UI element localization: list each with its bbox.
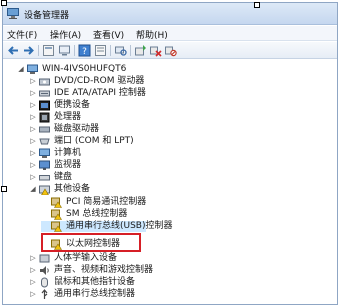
device-manager-window: 设备管理器 文件(F) 操作(A) 查看(V) 帮助(H) ? ◢ WIN-4I… bbox=[2, 2, 338, 305]
toolbar-separator bbox=[110, 45, 111, 56]
tree-item-label: 人体学输入设备 bbox=[54, 253, 118, 263]
expand-icon[interactable]: ▷ bbox=[29, 278, 37, 287]
warning-device-icon bbox=[51, 197, 62, 208]
usb-icon bbox=[41, 289, 48, 299]
window-title: 设备管理器 bbox=[24, 11, 70, 21]
expand-icon[interactable]: ▷ bbox=[29, 113, 37, 122]
resize-handle[interactable] bbox=[254, 2, 260, 8]
warning-device-icon bbox=[51, 209, 62, 220]
computer-view-icon[interactable] bbox=[58, 44, 71, 57]
expand-icon[interactable]: ▷ bbox=[29, 77, 37, 86]
scan-hardware-icon[interactable] bbox=[114, 44, 127, 57]
tree-root-label: WIN-4IVS0HUFQT6 bbox=[42, 64, 127, 74]
dvd-drive-icon bbox=[39, 78, 50, 86]
keyboard-icon bbox=[39, 175, 50, 181]
title-bar: 设备管理器 bbox=[3, 3, 337, 25]
properties-icon[interactable] bbox=[42, 44, 55, 57]
tree-item-label: 其他设备 bbox=[54, 184, 91, 194]
expand-icon[interactable]: ▷ bbox=[29, 161, 37, 170]
sound-icon bbox=[40, 266, 49, 275]
toolbar: ? bbox=[3, 42, 337, 59]
expand-icon[interactable]: ▷ bbox=[29, 149, 37, 158]
expand-icon[interactable]: ▷ bbox=[29, 266, 37, 275]
ide-controller-icon bbox=[39, 90, 50, 97]
toolbar-separator bbox=[130, 45, 131, 56]
menu-action[interactable]: 操作(A) bbox=[50, 28, 81, 41]
menu-view[interactable]: 查看(V) bbox=[93, 28, 124, 41]
device-tree: ◢ WIN-4IVS0HUFQT6 ▷ DVD/CD-ROM 驱动器 ▷ IDE… bbox=[3, 60, 337, 304]
window-bottom-edge bbox=[3, 301, 337, 304]
tree-child-usb-selected[interactable]: 通用串行总线(USB)控制器 bbox=[41, 221, 173, 232]
expand-icon[interactable]: ▷ bbox=[29, 125, 37, 134]
expand-icon[interactable]: ▷ bbox=[29, 173, 37, 182]
uninstall-icon[interactable] bbox=[149, 44, 162, 57]
port-icon bbox=[39, 138, 50, 145]
tree-item-label: 声音、视频和游戏控制器 bbox=[54, 265, 154, 275]
monitor-icon bbox=[39, 160, 50, 170]
disk-drive-icon bbox=[39, 126, 50, 133]
expand-icon[interactable]: ▷ bbox=[29, 290, 37, 299]
collapse-icon[interactable]: ◢ bbox=[17, 65, 25, 74]
tree-item-label: IDE ATA/ATAPI 控制器 bbox=[54, 88, 146, 98]
tree-item-label: 通用串行总线控制器 bbox=[54, 289, 136, 299]
menu-bar: 文件(F) 操作(A) 查看(V) 帮助(H) bbox=[3, 26, 337, 41]
tree-item-label: 计算机 bbox=[54, 148, 82, 158]
expand-icon[interactable]: ▷ bbox=[29, 137, 37, 146]
device-manager-icon bbox=[7, 8, 19, 19]
disable-device-icon[interactable] bbox=[164, 44, 177, 57]
highlight-box bbox=[41, 233, 141, 252]
tree-item-label: 键盘 bbox=[54, 172, 73, 182]
svg-text:?: ? bbox=[82, 47, 87, 57]
toolbar-separator bbox=[38, 45, 39, 56]
expand-icon[interactable]: ▷ bbox=[29, 254, 37, 263]
portable-device-icon bbox=[39, 100, 50, 111]
tree-item-label: 磁盘驱动器 bbox=[54, 124, 100, 134]
update-driver-icon[interactable] bbox=[134, 44, 147, 57]
expand-icon[interactable]: ▷ bbox=[29, 101, 37, 110]
tree-item-label: 监视器 bbox=[54, 160, 82, 170]
tree-item-label: SM 总线控制器 bbox=[66, 209, 128, 219]
resize-handle[interactable] bbox=[1, 186, 7, 192]
help-icon[interactable]: ? bbox=[78, 44, 91, 57]
collapse-icon[interactable]: ◢ bbox=[29, 185, 37, 194]
tree-item-label: 端口 (COM 和 LPT) bbox=[54, 136, 134, 146]
resize-handle[interactable] bbox=[1, 0, 7, 6]
warning-device-icon bbox=[51, 221, 62, 232]
tree-item-label: DVD/CD-ROM 驱动器 bbox=[54, 76, 145, 86]
other-devices-icon bbox=[39, 185, 50, 195]
back-arrow-icon[interactable] bbox=[7, 44, 20, 57]
processor-icon bbox=[39, 112, 50, 123]
tree-item-label: 通用串行总线(USB)控制器 bbox=[66, 221, 173, 231]
show-hidden-icon[interactable] bbox=[94, 44, 107, 57]
computer-icon bbox=[39, 148, 50, 158]
computer-root-icon bbox=[27, 64, 38, 74]
forward-arrow-icon[interactable] bbox=[22, 44, 35, 57]
tree-item-label: 处理器 bbox=[54, 112, 82, 122]
expand-icon[interactable]: ▷ bbox=[29, 89, 37, 98]
mouse-icon bbox=[41, 277, 48, 288]
tree-item-label: 鼠标和其他指针设备 bbox=[54, 277, 136, 287]
hid-icon bbox=[39, 254, 50, 263]
toolbar-separator bbox=[74, 45, 75, 56]
tree-item-label: PCI 简易通讯控制器 bbox=[66, 197, 147, 207]
menu-help[interactable]: 帮助(H) bbox=[136, 28, 168, 41]
tree-item-label: 便携设备 bbox=[54, 100, 91, 110]
menu-file[interactable]: 文件(F) bbox=[7, 28, 37, 41]
